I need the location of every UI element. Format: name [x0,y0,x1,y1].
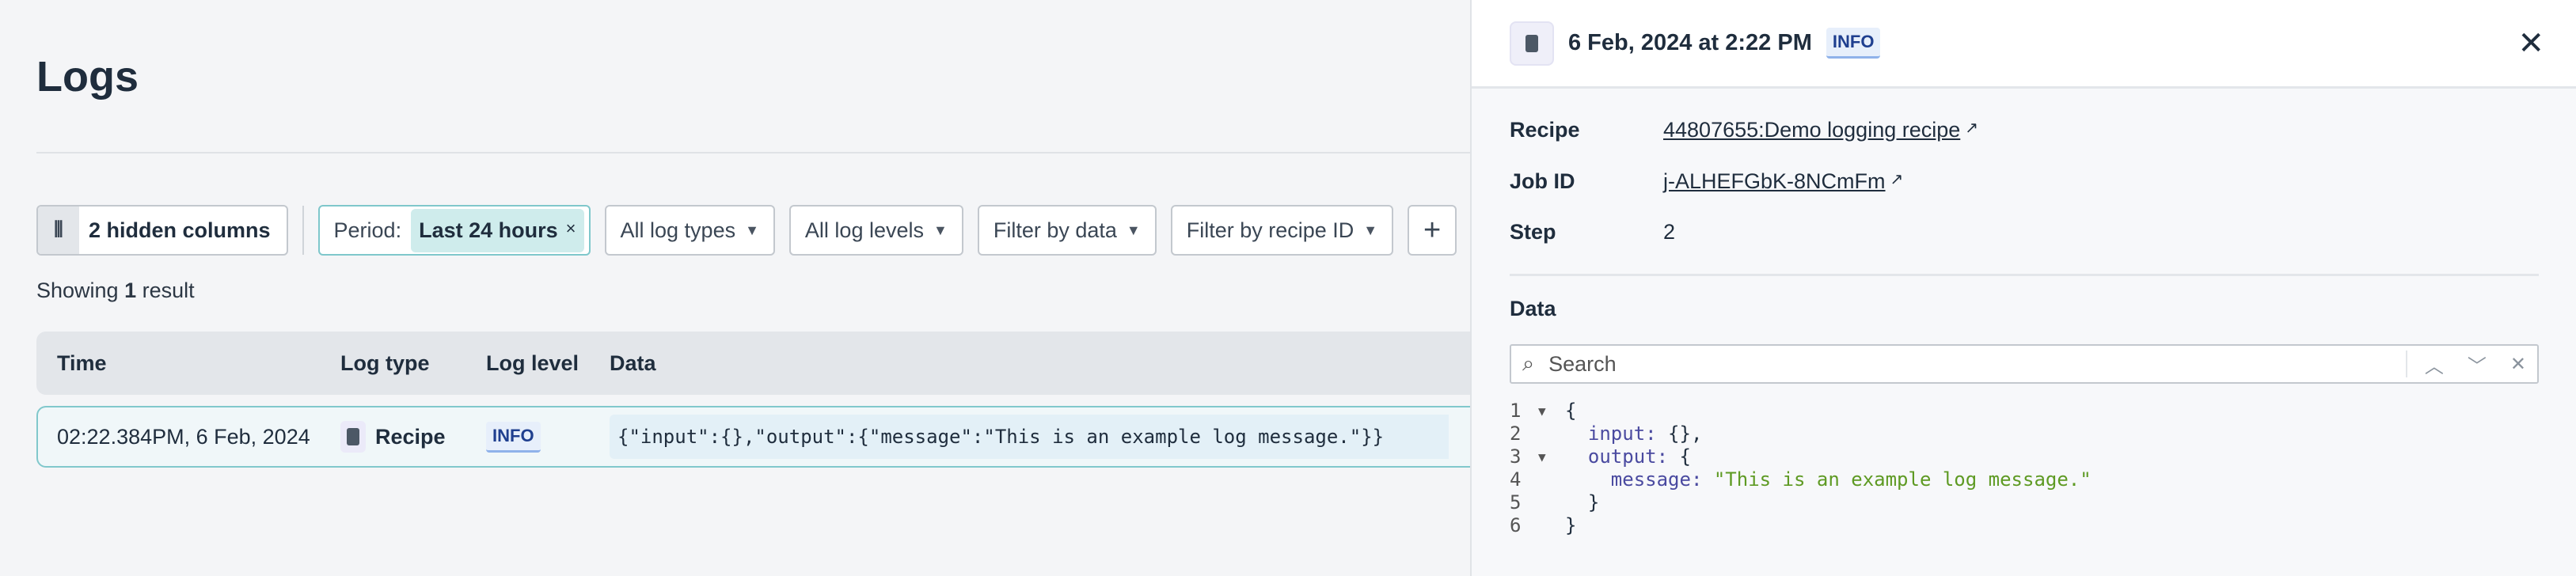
caret-down-icon: ▼ [1363,222,1378,238]
field-job-id: Job ID j-ALHEFGbK-8NCmFm ↗ [1510,169,1904,194]
close-icon[interactable]: ✕ [2517,25,2544,62]
recipe-link[interactable]: 44807655:Demo logging recipe [1663,118,1960,142]
row-log-type: Recipe [340,407,446,466]
panel-title: 6 Feb, 2024 at 2:22 PM [1568,30,1812,55]
gutter [1538,423,1565,445]
log-levels-dropdown[interactable]: All log levels ▼ [788,205,963,256]
period-filter[interactable]: Period: Last 24 hours × [317,205,591,256]
filter-by-data-dropdown[interactable]: Filter by data ▼ [977,205,1157,256]
data-label: Data [1510,297,1556,320]
log-types-dropdown[interactable]: All log types ▼ [604,205,775,256]
row-time: 02:22.384PM, 6 Feb, 2024 [57,424,310,449]
recipe-icon [340,421,366,453]
code-line: 2 input: {}, [1510,423,1703,445]
json-viewer: 1 ▼{2 input: {}, 3 ▼ output: {4 message: "T… [1510,400,2092,537]
external-link-icon[interactable]: ↗ [1890,169,1904,194]
code-line: 4 message: "This is an example log messa… [1510,468,2092,491]
fold-toggle-icon[interactable]: ▼ [1538,445,1565,468]
previous-match-icon[interactable]: ︿ [2425,351,2444,378]
divider [1510,274,2539,276]
search-icon: ⌕ [1522,351,1535,375]
field-step: Step 2 [1510,220,1676,244]
row-log-level: INFO [486,407,541,466]
separator [302,206,304,255]
gutter [1538,468,1565,491]
external-link-icon[interactable]: ↗ [1965,118,1978,142]
gutter [1538,514,1565,537]
log-detail-panel: 6 Feb, 2024 at 2:22 PM INFO ✕ Recipe 4480… [1470,0,2576,576]
recipe-icon [1510,21,1554,66]
columns-icon: ⦀ [38,207,79,254]
plus-icon: + [1423,213,1442,247]
panel-header: 6 Feb, 2024 at 2:22 PM INFO ✕ [1472,0,2576,89]
gutter [1538,491,1565,514]
column-log-type[interactable]: Log type [340,332,430,395]
filter-toolbar: ⦀ 2 hidden columns Period: Last 24 hours × … [36,205,1457,256]
table-header: Time Log type Log level Data [36,332,1470,395]
caret-down-icon: ▼ [745,222,759,238]
filter-by-recipe-dropdown[interactable]: Filter by recipe ID ▼ [1170,205,1394,256]
hidden-columns-button[interactable]: ⦀ 2 hidden columns [36,205,288,256]
next-match-icon[interactable]: ﹀ [2468,351,2487,378]
caret-down-icon: ▼ [933,222,948,238]
info-badge: INFO [486,421,541,453]
remove-period-icon[interactable]: × [566,218,576,243]
clear-search-icon[interactable]: ✕ [2510,353,2526,376]
column-time[interactable]: Time [57,332,107,395]
page-title: Logs [36,53,139,100]
table-row[interactable]: 02:22.384PM, 6 Feb, 2024 Recipe INFO {"i… [36,406,1470,468]
field-recipe: Recipe 44807655:Demo logging recipe ↗ [1510,118,1979,142]
column-log-level[interactable]: Log level [486,332,579,395]
data-search-input[interactable]: ⌕ Search ︿ ﹀ ✕ [1510,344,2539,384]
code-line: 5 } [1510,491,1600,514]
result-count: Showing 1 result [36,279,195,302]
row-data: {"input":{},"output":{"message":"This is… [610,407,1449,466]
job-link[interactable]: j-ALHEFGbK-8NCmFm [1663,169,1886,194]
period-chip[interactable]: Last 24 hours × [411,208,584,252]
add-filter-button[interactable]: + [1408,205,1457,256]
info-badge: INFO [1826,28,1881,59]
column-data[interactable]: Data [610,332,656,395]
divider [36,152,1470,153]
fold-toggle-icon[interactable]: ▼ [1538,400,1565,423]
code-line: 6} [1510,514,1577,537]
logs-page: Logs ⦀ 2 hidden columns Period: Last 24 ho… [0,0,1470,576]
code-line: 1 ▼{ [1510,400,1577,423]
code-line: 3 ▼ output: { [1510,445,1691,468]
caret-down-icon: ▼ [1126,222,1141,238]
